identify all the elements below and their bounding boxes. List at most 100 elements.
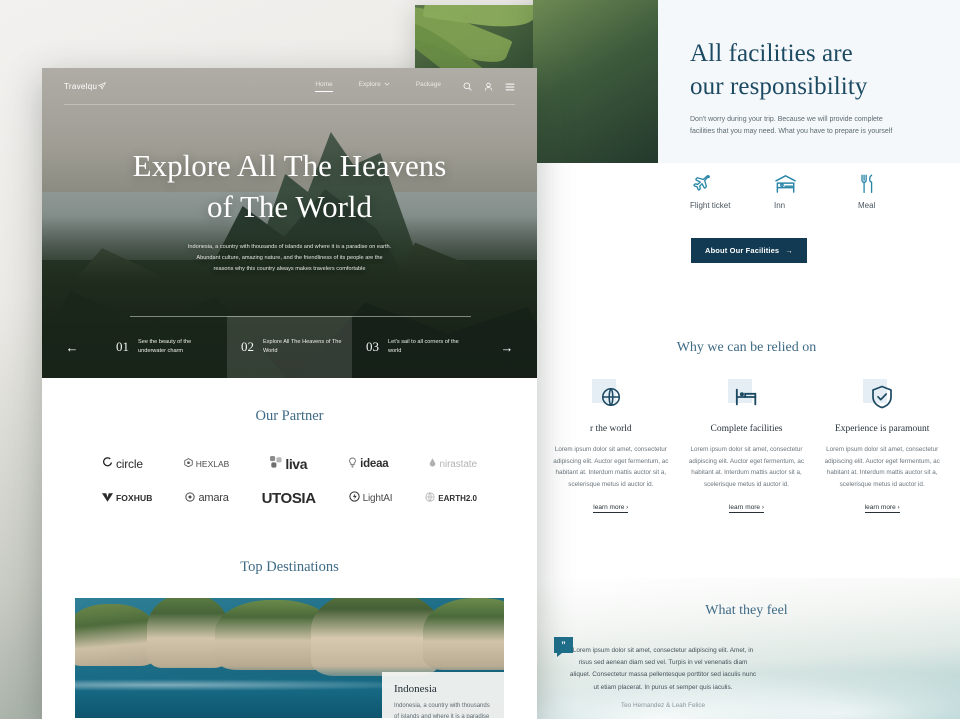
pinwheel-icon — [270, 455, 282, 473]
hero-section: Travelqu Home Explore Package Explore Al… — [42, 68, 537, 378]
why-card-body: Lorem ipsum dolor sit amet, consectetur … — [553, 446, 669, 488]
partner-name: FOXHUB — [116, 493, 153, 503]
circle-outline-icon — [102, 455, 113, 473]
main-navigation: Travelqu Home Explore Package — [42, 68, 537, 105]
destination-card[interactable]: Indonesia Indonesia, a country with thou… — [75, 598, 504, 718]
brand-name: Travelqu — [64, 82, 98, 91]
partner-logo-earth20: EARTH2.0 — [425, 489, 477, 507]
globe-icon — [600, 386, 622, 413]
nav-link-home[interactable]: Home — [315, 81, 334, 92]
facility-label: Inn — [774, 201, 786, 210]
partner-name: amara — [198, 492, 229, 504]
partner-name: UTOSIA — [261, 489, 316, 507]
partner-name: liva — [285, 456, 308, 472]
about-facilities-label: About Our Facilities — [705, 246, 780, 255]
learn-more-link[interactable]: learn more › — [728, 504, 765, 513]
bed-icon — [774, 168, 820, 194]
why-card-title: Experience is paramount — [834, 424, 930, 434]
facilities-list: Flight ticket Inn Meal — [690, 168, 904, 212]
menu-icon[interactable] — [505, 78, 515, 96]
slide-text: See the beauty of the underwater charm — [138, 339, 192, 354]
hero-title-line2: of The World — [206, 189, 373, 225]
facility-label: Flight ticket — [690, 201, 731, 210]
facilities-title-line2: our responsibility — [690, 73, 868, 100]
why-card-facilities: Complete facilities Lorem ipsum dolor si… — [679, 378, 815, 514]
search-icon[interactable] — [463, 78, 472, 96]
partner-logo-lightai: LightAI — [348, 489, 393, 507]
partner-logo-ideaa: ideaa — [348, 455, 389, 473]
testimonial-text: Lorem ipsum dolor sit amet, consectetur … — [569, 647, 757, 691]
destinations-section-title: Top Destinations — [240, 559, 339, 575]
partner-logo-row-1: circle HEXLAB liva ideaa nirastate — [102, 447, 477, 481]
partner-section-title: Our Partner — [255, 408, 324, 424]
why-card-body: Lorem ipsum dolor sit amet, consectetur … — [824, 446, 940, 488]
facilities-hero-image — [533, 0, 658, 163]
hero-title: Explore All The Heavens of The World — [42, 145, 537, 227]
nav-link-explore[interactable]: Explore — [359, 81, 390, 92]
slide-text: Explore All The Heavens of The World — [263, 339, 342, 354]
lightbulb-icon — [348, 455, 357, 473]
why-card-body: Lorem ipsum dolor sit amet, consectetur … — [688, 446, 805, 488]
about-our-facilities-button[interactable]: About Our Facilities → — [691, 238, 807, 263]
hero-slider: ← 01 See the beauty of the underwater ch… — [42, 316, 537, 378]
globe-icon — [425, 489, 435, 507]
facilities-description: Don't worry during your trip. Because we… — [690, 116, 893, 136]
bed-icon — [735, 387, 759, 412]
partner-logo-hexlab: HEXLAB — [184, 455, 230, 473]
target-icon — [185, 489, 196, 507]
why-section-title: Why we can be relied on — [676, 340, 817, 355]
partner-name: HEXLAB — [195, 459, 230, 469]
facility-meal[interactable]: Meal — [858, 168, 904, 212]
bolt-circle-icon — [348, 489, 360, 507]
partner-name: nirastate — [439, 458, 477, 470]
why-card-world: r the world Lorem ipsum dolor sit amet, … — [543, 378, 679, 514]
paper-plane-icon — [98, 81, 107, 92]
slider-items: 01 See the beauty of the underwater char… — [102, 316, 477, 378]
droplet-icon — [429, 455, 436, 473]
why-cards: r the world Lorem ipsum dolor sit amet, … — [533, 378, 960, 514]
chevron-down-icon — [384, 81, 390, 88]
arrow-right-icon: → — [785, 246, 793, 255]
facility-inn[interactable]: Inn — [774, 168, 820, 212]
partner-name: circle — [116, 457, 143, 471]
slide-number: 03 — [366, 339, 379, 354]
partner-logo-liva: liva — [270, 455, 307, 473]
airplane-icon — [690, 168, 736, 194]
partner-logo-amara: amara — [185, 489, 229, 507]
partner-name: ideaa — [360, 458, 389, 470]
landing-page-panel: Travelqu Home Explore Package Explore Al… — [42, 68, 537, 719]
cutlery-icon — [858, 168, 904, 194]
hexagon-icon — [184, 455, 193, 473]
partner-logo-foxhub: FOXHUB — [102, 489, 153, 507]
partner-logo-utosia: UTOSIA — [262, 490, 316, 507]
testimonial-title: What they feel — [705, 603, 788, 618]
slide-text: Let's sail to all corners of the world — [388, 339, 459, 354]
slider-item-02[interactable]: 02 Explore All The Heavens of The World — [227, 316, 352, 378]
facilities-title-line1: All facilities are — [690, 40, 853, 67]
slider-item-01[interactable]: 01 See the beauty of the underwater char… — [102, 316, 227, 378]
partner-logo-nirastate: nirastate — [429, 455, 477, 473]
partner-logo-row-2: FOXHUB amara UTOSIA LightAI EARTH2.0 — [102, 481, 477, 515]
destination-name: Indonesia — [394, 683, 437, 695]
nav-link-package[interactable]: Package — [416, 81, 441, 92]
facilities-heading: All facilities are our responsibility — [690, 37, 940, 103]
facilities-page-panel: All facilities are our responsibility Do… — [533, 0, 960, 719]
destination-info-card: Indonesia Indonesia, a country with thou… — [382, 672, 504, 718]
learn-more-link[interactable]: learn more › — [864, 504, 900, 513]
slider-item-03[interactable]: 03 Let's sail to all corners of the worl… — [352, 316, 477, 378]
partner-logo-circle: circle — [102, 455, 143, 473]
arrow-right-icon[interactable]: → — [477, 340, 537, 355]
arrow-left-icon[interactable]: ← — [42, 340, 102, 355]
brand-logo[interactable]: Travelqu — [64, 81, 107, 92]
partner-logos: circle HEXLAB liva ideaa nirastate FOXHU… — [42, 447, 537, 515]
learn-more-link[interactable]: learn more › — [593, 504, 629, 513]
facility-flight-ticket[interactable]: Flight ticket — [690, 168, 736, 212]
slide-number: 02 — [241, 339, 254, 354]
user-icon[interactable] — [484, 78, 493, 96]
destination-description: Indonesia, a country with thousands of i… — [394, 703, 490, 718]
why-card-title: r the world — [589, 424, 632, 434]
shield-check-icon — [871, 385, 893, 414]
testimonial-author: Teo Hernandez & Leah Felice — [620, 702, 706, 709]
hero-title-line1: Explore All The Heavens — [132, 148, 447, 183]
partner-name: LightAI — [362, 492, 393, 504]
